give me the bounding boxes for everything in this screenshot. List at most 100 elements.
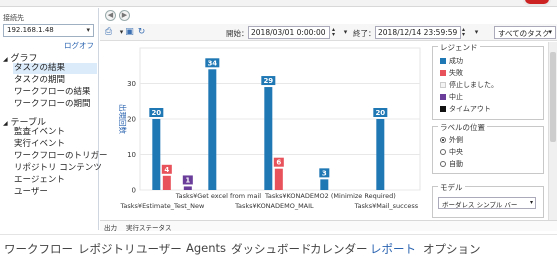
legend-item-failure: 失敗: [440, 68, 463, 78]
nav-agents[interactable]: Agents: [186, 241, 226, 255]
data-label: 6: [276, 159, 281, 167]
legend-label: 停止しました。: [449, 81, 498, 89]
data-label: 3: [322, 169, 327, 177]
data-label: 29: [263, 77, 273, 85]
legend-label: 中止: [449, 93, 463, 101]
nav-users[interactable]: ユーザー: [136, 241, 182, 257]
nav-options[interactable]: オプション: [423, 241, 481, 257]
bar: [376, 119, 385, 190]
legend-item-timeout: タイムアウト: [440, 104, 491, 114]
nav-dashboard[interactable]: ダッシュボード: [231, 241, 312, 257]
legend-item-aborted: 中止: [440, 92, 463, 102]
y-axis-label: 出現回数: [118, 104, 128, 134]
legend-item-success: 成功: [440, 56, 463, 66]
logout-link[interactable]: ログオフ: [64, 40, 94, 51]
bar: [162, 175, 171, 190]
radio-label: 中央: [449, 148, 463, 156]
nav-repository[interactable]: レポジトリ: [78, 241, 136, 257]
tree-item-audit-events[interactable]: 監査イベント: [13, 127, 97, 138]
bar: [274, 168, 283, 190]
task-filter-value: すべてのタスク: [498, 29, 550, 38]
data-label: 4: [164, 166, 169, 174]
tree-item-task-duration[interactable]: タスクの期間: [13, 75, 97, 86]
sidebar: 接続先 192.168.1.48 ▾ ログオフ ◢ グラフ タスクの結果 タスク…: [0, 8, 108, 230]
bar-chart: 0102030出現回数 204134296320Tasks¥Estimate_Te…: [118, 47, 421, 210]
legend-swatch: [440, 106, 446, 112]
bar: [152, 119, 161, 190]
task-filter-select[interactable]: すべてのタスク ▾: [494, 26, 556, 39]
tree-item-users[interactable]: ユーザー: [13, 187, 97, 198]
y-tick-label: 30: [127, 80, 136, 88]
output-tabs: 出力 実行ステータス: [100, 220, 557, 232]
x-tick-label: Tasks¥KONADEMO_MAIL: [234, 202, 314, 210]
data-label: 34: [207, 59, 217, 67]
nav-workflow[interactable]: ワークフロー: [4, 241, 73, 257]
scrollbar-thumb[interactable]: [550, 52, 556, 142]
chevron-down-icon: ▾: [86, 26, 90, 34]
x-tick-label: Tasks¥KONADEMO2 (Minimize Required): [264, 192, 396, 200]
legend-swatch: [440, 94, 446, 100]
model-box: モデル ボーダレス シンプル バー ▾: [432, 182, 544, 218]
end-spinner-icon[interactable]: ▴ ▾: [462, 27, 465, 38]
data-label: 20: [375, 109, 385, 117]
end-dropdown-icon[interactable]: ▾: [471, 27, 482, 38]
tree-item-agents[interactable]: エージェント: [13, 175, 97, 186]
start-date-input[interactable]: 2018/03/01 0:00:00: [248, 26, 330, 39]
legend-item-stopped: 停止しました。: [440, 80, 498, 90]
legend-title: レジェンド: [438, 42, 480, 53]
connection-select[interactable]: 192.168.1.48 ▾: [3, 24, 94, 37]
tree-item-workflow-duration[interactable]: ワークフローの期間: [13, 99, 97, 110]
chart-area: 0 10 20 30 出現回数 20 4 1 34 29 6 3 20 Tasks¥Estimate_Te…: [100, 42, 426, 220]
close-button[interactable]: [523, 0, 551, 6]
app-window: 接続先 192.168.1.48 ▾ ログオフ ◢ グラフ タスクの結果 タスク…: [0, 0, 557, 259]
connection-value: 192.168.1.48: [7, 26, 54, 34]
legend-label: 失敗: [449, 69, 463, 77]
tab-execution-status[interactable]: 実行ステータス: [126, 222, 172, 232]
vertical-scrollbar[interactable]: [548, 42, 557, 220]
chevron-down-icon: ▾: [529, 199, 533, 206]
nav-calendar[interactable]: カレンダー: [310, 241, 368, 257]
y-tick-label: 20: [127, 116, 136, 124]
tree-item-execution-events[interactable]: 実行イベント: [13, 139, 97, 150]
collapse-triangle-icon: ◢: [3, 120, 8, 127]
bar: [208, 69, 217, 190]
radio-auto[interactable]: 自動: [440, 159, 463, 169]
bar: [320, 179, 329, 190]
back-icon[interactable]: ◀: [105, 10, 116, 21]
x-tick-label: Tasks¥Mail_success: [354, 202, 419, 210]
radio-center[interactable]: 中央: [440, 147, 463, 157]
print-icon[interactable]: ⎙: [103, 27, 114, 38]
start-dropdown-icon[interactable]: ▾: [340, 27, 351, 38]
main-navigation: ワークフロー レポジトリ ユーザー Agents ダッシュボード カレンダー レ…: [0, 234, 557, 259]
start-spinner-icon[interactable]: ▴ ▾: [332, 27, 335, 38]
radio-outside[interactable]: 外側: [440, 135, 463, 145]
data-label: 20: [151, 109, 161, 117]
model-value: ボーダレス シンプル バー: [442, 201, 518, 209]
tree-item-repository-contents[interactable]: リポジトリ コンテンツ: [13, 163, 102, 174]
save-icon[interactable]: ▣: [124, 27, 135, 38]
data-label: 1: [185, 176, 190, 184]
x-tick-label: Tasks¥Get excel from mail: [175, 192, 262, 200]
model-select[interactable]: ボーダレス シンプル バー ▾: [438, 197, 536, 209]
y-tick-label: 10: [127, 151, 136, 159]
legend-swatch: [440, 70, 446, 76]
legend-box: レジェンド 成功 失敗 停止しました。 中止 タイムアウト: [432, 42, 544, 120]
forward-icon[interactable]: ▶: [119, 10, 130, 21]
tree-item-workflow-triggers[interactable]: ワークフローのトリガー: [13, 151, 108, 162]
tab-output[interactable]: 出力: [104, 222, 117, 232]
title-strip: [0, 0, 557, 7]
refresh-icon[interactable]: ↻: [136, 27, 147, 38]
tree-item-task-results[interactable]: タスクの結果: [13, 63, 97, 74]
tree-item-workflow-results[interactable]: ワークフローの結果: [13, 87, 97, 98]
bar: [183, 186, 192, 190]
radio-icon: [440, 161, 446, 167]
end-date-input[interactable]: 2018/12/14 23:59:59: [375, 26, 461, 39]
chart-options-panel: レジェンド 成功 失敗 停止しました。 中止 タイムアウト ラベルの位置 外側 …: [430, 42, 557, 220]
report-toolbar: ⎙ ▾ ▣ ↻ 開始： 2018/03/01 0:00:00 ▴ ▾ ▾ 終了： …: [100, 24, 557, 41]
label-position-box: ラベルの位置 外側 中央 自動: [432, 122, 544, 174]
start-label: 開始：: [226, 29, 249, 38]
radio-label: 外側: [449, 136, 463, 144]
label-position-title: ラベルの位置: [438, 122, 487, 133]
nav-reports[interactable]: レポート: [370, 241, 416, 257]
legend-label: タイムアウト: [449, 105, 491, 113]
